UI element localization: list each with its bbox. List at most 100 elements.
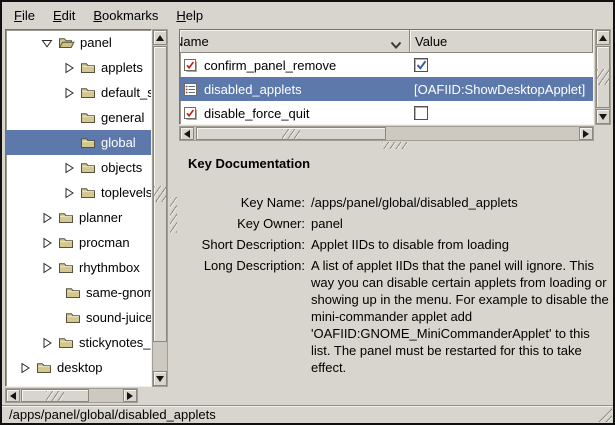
folder-icon [36,386,52,387]
value-checkbox[interactable] [414,106,428,120]
table-body: confirm_panel_remove disabled_applets[OAF… [180,53,593,125]
expander-icon[interactable] [19,362,33,374]
menu-item-help[interactable]: Help [167,5,212,26]
table-row-disable-force-quit[interactable]: disable_force_quit [180,101,593,125]
folder-icon [58,336,74,349]
tree-item-label: general [101,110,144,125]
tree-item-panel[interactable]: panel [6,30,151,55]
scroll-down-button[interactable] [153,371,167,386]
statusbar-path: /apps/panel/global/disabled_applets [9,407,216,422]
arrow-right-icon [127,392,133,400]
column-header-name[interactable]: Name [180,30,410,53]
value-checkbox[interactable] [414,58,428,72]
list-key-icon [183,82,198,97]
scroll-up-button[interactable] [153,30,167,45]
short-description-value: Applet IIDs to disable from loading [311,236,610,253]
arrow-left-icon [10,392,16,400]
menubar: FileEditBookmarksHelp [2,2,613,29]
folder-open-icon [58,36,75,49]
menu-item-bookmarks[interactable]: Bookmarks [84,5,167,26]
docs-title: Key Documentation [188,156,610,171]
expander-icon[interactable] [41,212,55,224]
folder-icon [80,86,96,99]
arrow-left-icon [184,130,190,138]
table-row-confirm-panel-remove[interactable]: confirm_panel_remove [180,53,593,77]
tree-item-label: default_se [101,85,152,100]
folder-icon [80,61,96,74]
tree-item-rhythmbox[interactable]: rhythmbox [6,255,151,280]
statusbar: /apps/panel/global/disabled_applets [2,405,613,423]
tree-item-general[interactable]: general [6,105,151,130]
tree-item-procman[interactable]: procman [6,230,151,255]
tree-item-label: schemas [57,385,109,387]
expander-icon[interactable] [63,162,77,174]
tree-item-same-gnome[interactable]: same-gnome [6,280,151,305]
gconf-editor-window: FileEditBookmarksHelp panel applets defaul… [0,0,615,425]
tree-hscrollbar[interactable] [5,388,138,403]
scroll-up-button[interactable] [596,30,610,45]
scroll-down-button[interactable] [596,109,610,124]
tree-item-sound-juicer[interactable]: sound-juicer [6,305,151,330]
long-description-value: A list of applet IIDs that the panel wil… [311,257,610,376]
scroll-right-button[interactable] [123,389,137,402]
table-vscrollbar[interactable] [595,29,611,125]
tree-item-objects[interactable]: objects [6,155,151,180]
folder-icon [58,211,74,224]
scroll-right-button[interactable] [579,127,593,140]
folder-icon [36,361,52,374]
table-row-disabled-applets[interactable]: disabled_applets[OAFIID:ShowDesktopApple… [180,77,593,101]
arrow-down-icon [599,114,607,120]
scroll-left-button[interactable] [180,127,194,140]
table-hscrollbar-thumb[interactable] [196,127,386,140]
tree-item-planner[interactable]: planner [6,205,151,230]
tree-item-label: stickynotes_ [79,335,151,350]
tree-item-label: applets [101,60,143,75]
expander-icon[interactable] [41,37,55,49]
column-header-value-label: Value [415,34,447,49]
expander-spacer [63,112,77,124]
table-hscrollbar[interactable] [179,126,594,141]
horizontal-pane-splitter[interactable] [169,29,179,402]
key-documentation-pane: Key Documentation Key Name:/apps/panel/g… [179,150,610,404]
tree-item-label: same-gnome [86,285,152,300]
table-vscrollbar-thumb[interactable] [596,46,610,108]
tree-item-toplevels[interactable]: toplevels [6,180,151,205]
arrow-up-icon [156,35,164,41]
folder-icon [58,236,74,249]
expander-icon[interactable] [19,387,33,388]
tree-item-label: desktop [57,360,103,375]
long-description-label: Long Description: [179,257,305,376]
key-name-cell: disabled_applets [180,82,410,97]
expander-icon[interactable] [63,87,77,99]
expander-icon[interactable] [41,337,55,349]
tree-item-label: global [101,135,136,150]
tree-item-applets[interactable]: applets [6,55,151,80]
tree-item-label: panel [80,35,112,50]
expander-icon[interactable] [41,262,55,274]
tree-hscrollbar-thumb[interactable] [21,389,89,402]
key-name-cell: confirm_panel_remove [180,58,410,73]
column-header-value[interactable]: Value [410,30,593,53]
tree-item-schemas[interactable]: schemas [6,380,151,387]
tree-item-stickynotes[interactable]: stickynotes_ [6,330,151,355]
menu-item-file[interactable]: File [5,5,44,26]
boolean-key-icon [183,106,198,121]
config-tree: panel applets default_segeneral global objec… [5,29,152,387]
key-name-label: disable_force_quit [204,106,310,121]
vertical-pane-splitter[interactable] [179,141,610,150]
tree-vscrollbar-thumb[interactable] [153,46,167,342]
expander-icon[interactable] [41,237,55,249]
tree-item-default-se[interactable]: default_se [6,80,151,105]
tree-item-desktop[interactable]: desktop [6,355,151,380]
expander-icon[interactable] [63,62,77,74]
splitter-grip-icon [382,142,408,149]
key-name-cell: disable_force_quit [180,106,410,121]
expander-icon[interactable] [63,187,77,199]
key-owner-label: Key Owner: [179,215,305,232]
tree-vscrollbar[interactable] [152,29,168,387]
scroll-left-button[interactable] [6,389,20,402]
tree-item-global[interactable]: global [6,130,151,155]
folder-icon [80,136,96,149]
menu-item-edit[interactable]: Edit [44,5,84,26]
sort-indicator-icon [390,38,402,53]
